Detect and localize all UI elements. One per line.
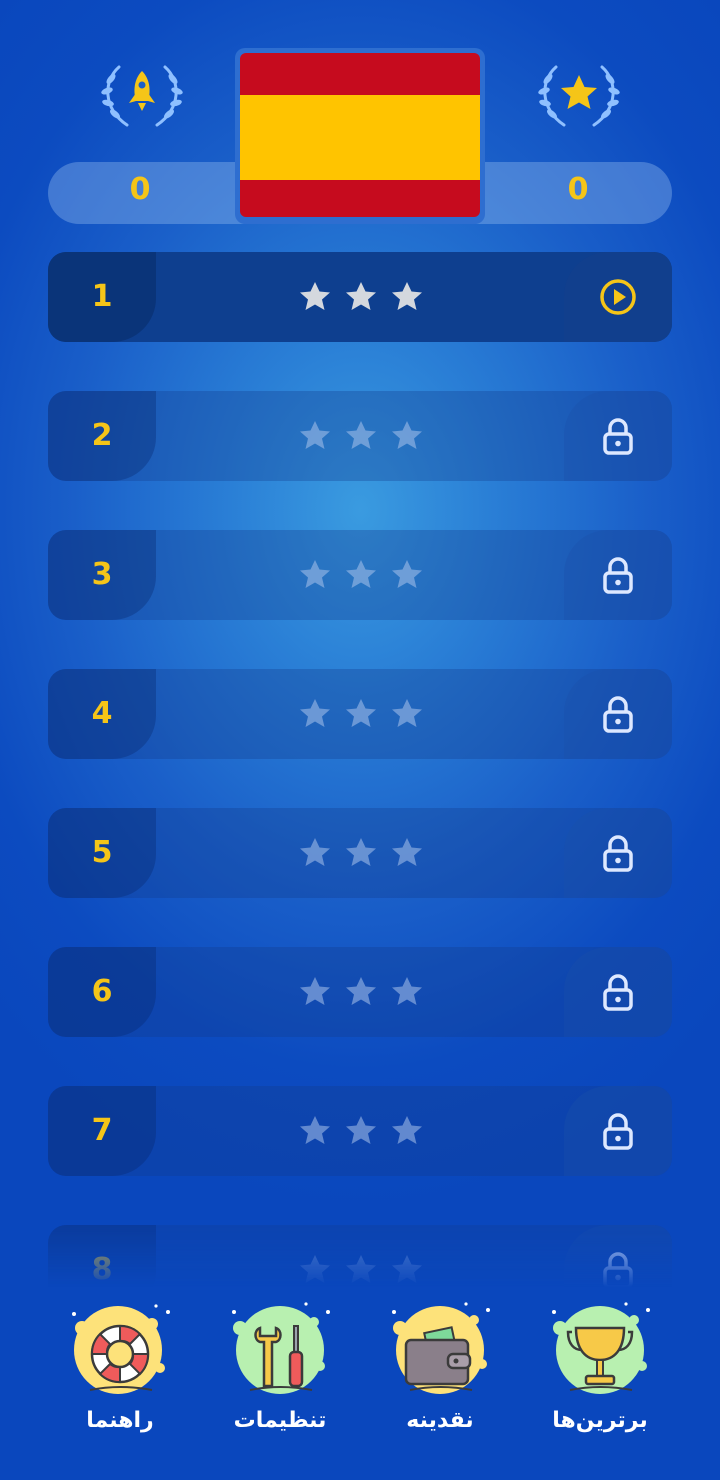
star-icon (392, 560, 422, 588)
level-row[interactable]: 3 (48, 530, 672, 620)
level-stars (298, 418, 424, 454)
nav-settings[interactable]: تنظیمات (205, 1292, 355, 1452)
level-list: 1 2 3 4 5 6 7 8 (48, 252, 672, 1292)
left-score: 0 (129, 172, 151, 207)
star-icon (300, 1116, 330, 1144)
star-icon (300, 282, 330, 310)
lock-icon[interactable] (598, 555, 638, 595)
nav-help-label: راهنما (86, 1408, 154, 1433)
lock-icon[interactable] (598, 1250, 638, 1290)
star-icon (300, 838, 330, 866)
wallet-icon (392, 1302, 490, 1394)
level-stars (298, 557, 424, 593)
star-icon (300, 699, 330, 727)
level-row[interactable]: 4 (48, 669, 672, 759)
level-stars (298, 1113, 424, 1149)
nav-leaderboard-label: برترین‌ها (552, 1408, 648, 1433)
spain-flag (240, 53, 480, 217)
star-badge-icon (538, 65, 620, 127)
level-number: 3 (91, 557, 113, 592)
level-number: 2 (91, 418, 113, 453)
star-icon (346, 1255, 376, 1283)
lock-icon[interactable] (598, 1111, 638, 1151)
level-row[interactable]: 1 (48, 252, 672, 342)
level-stars (298, 1252, 424, 1288)
level-row[interactable]: 2 (48, 391, 672, 481)
star-icon (346, 699, 376, 727)
header: 0 0 (0, 0, 720, 240)
star-icon (392, 421, 422, 449)
nav-leaderboard[interactable]: برترین‌ها (525, 1292, 675, 1452)
lock-icon[interactable] (598, 972, 638, 1012)
level-number: 8 (91, 1252, 113, 1287)
level-number: 4 (91, 696, 113, 731)
level-stars (298, 279, 424, 315)
star-icon (346, 560, 376, 588)
level-stars (298, 974, 424, 1010)
star-icon (300, 421, 330, 449)
bottom-nav: راهنما تنظیمات نقدینه (0, 1292, 720, 1480)
tools-icon (232, 1302, 330, 1394)
nav-help[interactable]: راهنما (45, 1292, 195, 1452)
level-stars (298, 835, 424, 871)
nav-wallet[interactable]: نقدینه (365, 1292, 515, 1452)
star-icon (300, 977, 330, 1005)
star-icon (392, 1255, 422, 1283)
star-icon (300, 1255, 330, 1283)
star-icon (346, 1116, 376, 1144)
lock-icon[interactable] (598, 694, 638, 734)
star-icon (346, 838, 376, 866)
nav-wallet-label: نقدینه (406, 1408, 474, 1433)
level-row[interactable]: 6 (48, 947, 672, 1037)
star-icon (392, 838, 422, 866)
level-row[interactable]: 7 (48, 1086, 672, 1176)
lifebuoy-icon (72, 1304, 170, 1394)
level-stars (298, 696, 424, 732)
star-icon (392, 977, 422, 1005)
level-row[interactable]: 5 (48, 808, 672, 898)
play-icon[interactable] (598, 277, 638, 317)
trophy-icon (552, 1302, 650, 1394)
nav-settings-label: تنظیمات (233, 1408, 327, 1433)
star-icon (346, 977, 376, 1005)
star-icon (392, 699, 422, 727)
right-score: 0 (567, 172, 589, 207)
lock-icon[interactable] (598, 416, 638, 456)
lock-icon[interactable] (598, 833, 638, 873)
level-number: 6 (91, 974, 113, 1009)
star-icon (392, 1116, 422, 1144)
level-number: 5 (91, 835, 113, 870)
rocket-icon (101, 65, 183, 127)
star-icon (346, 282, 376, 310)
star-icon (392, 282, 422, 310)
level-number: 7 (91, 1113, 113, 1148)
star-icon (300, 560, 330, 588)
star-icon (346, 421, 376, 449)
level-row[interactable]: 8 (48, 1225, 672, 1292)
level-number: 1 (91, 279, 113, 314)
